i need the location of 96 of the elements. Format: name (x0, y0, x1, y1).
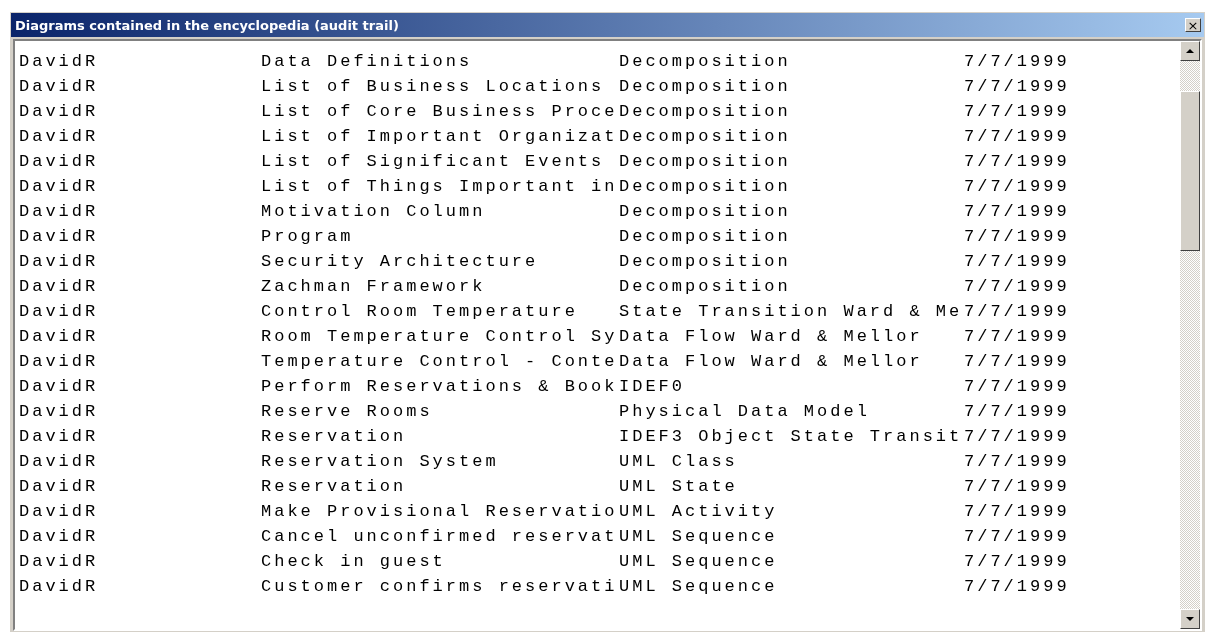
scroll-down-button[interactable] (1180, 609, 1200, 629)
date-cell: 7/7/1999 (964, 552, 1070, 571)
diagram-type-cell: UML Sequence (619, 527, 778, 546)
user-cell: DavidR (19, 552, 99, 571)
date-cell: 7/7/1999 (964, 452, 1070, 471)
diagram-type-cell: Decomposition (619, 227, 791, 246)
diagram-name-cell: Data Definitions (261, 52, 473, 71)
diagram-type-cell: IDEF3 Object State Transit (619, 427, 963, 446)
date-cell: 7/7/1999 (964, 152, 1070, 171)
date-cell: 7/7/1999 (964, 177, 1070, 196)
date-cell: 7/7/1999 (964, 77, 1070, 96)
diagram-name-cell: Make Provisional Reservatio (261, 502, 618, 521)
diagram-name-cell: List of Significant Events (261, 152, 605, 171)
diagram-name-cell: Customer confirms reservati (261, 577, 618, 596)
diagram-name-cell: Perform Reservations & Book (261, 377, 618, 396)
date-cell: 7/7/1999 (964, 102, 1070, 121)
diagram-type-cell: Decomposition (619, 102, 791, 121)
diagram-name-cell: List of Important Organizat (261, 127, 618, 146)
diagram-type-cell: UML Class (619, 452, 738, 471)
diagram-name-cell: Temperature Control - Conte (261, 352, 618, 371)
date-cell: 7/7/1999 (964, 277, 1070, 296)
user-cell: DavidR (19, 152, 99, 171)
date-cell: 7/7/1999 (964, 352, 1070, 371)
diagram-name-cell: Reservation System (261, 452, 499, 471)
user-cell: DavidR (19, 202, 99, 221)
diagram-type-cell: UML State (619, 477, 738, 496)
diagram-name-cell: Cancel unconfirmed reservat (261, 527, 618, 546)
date-cell: 7/7/1999 (964, 377, 1070, 396)
date-cell: 7/7/1999 (964, 127, 1070, 146)
user-cell: DavidR (19, 577, 99, 596)
diagram-name-cell: List of Business Locations (261, 77, 605, 96)
diagram-type-cell: Physical Data Model (619, 402, 870, 421)
user-cell: DavidR (19, 452, 99, 471)
user-cell: DavidR (19, 527, 99, 546)
date-cell: 7/7/1999 (964, 427, 1070, 446)
user-cell: DavidR (19, 327, 99, 346)
scroll-up-button[interactable] (1180, 41, 1200, 61)
user-cell: DavidR (19, 177, 99, 196)
diagram-type-cell: UML Activity (619, 502, 778, 521)
user-cell: DavidR (19, 427, 99, 446)
diagram-name-cell: List of Core Business Proce (261, 102, 618, 121)
user-cell: DavidR (19, 227, 99, 246)
up-arrow-icon (1186, 49, 1194, 53)
window-title: Diagrams contained in the encyclopedia (audit trail) (15, 17, 399, 33)
diagram-name-cell: List of Things Important in (261, 177, 618, 196)
diagram-type-cell: Decomposition (619, 252, 791, 271)
date-cell: 7/7/1999 (964, 502, 1070, 521)
diagram-name-cell: Reservation (261, 427, 407, 446)
diagram-type-cell: Decomposition (619, 202, 791, 221)
down-arrow-icon (1186, 617, 1194, 621)
scroll-thumb[interactable] (1180, 91, 1200, 251)
user-cell: DavidR (19, 52, 99, 71)
user-cell: DavidR (19, 277, 99, 296)
user-cell: DavidR (19, 477, 99, 496)
diagram-type-cell: Decomposition (619, 277, 791, 296)
diagram-name-cell: Reservation (261, 477, 407, 496)
date-cell: 7/7/1999 (964, 402, 1070, 421)
user-cell: DavidR (19, 102, 99, 121)
close-button[interactable]: × (1185, 18, 1201, 32)
diagram-name-cell: Control Room Temperature (261, 302, 578, 321)
diagram-type-cell: State Transition Ward & Me (619, 302, 963, 321)
diagram-name-cell: Zachman Framework (261, 277, 486, 296)
user-cell: DavidR (19, 352, 99, 371)
date-cell: 7/7/1999 (964, 577, 1070, 596)
user-cell: DavidR (19, 252, 99, 271)
user-cell: DavidR (19, 402, 99, 421)
date-cell: 7/7/1999 (964, 327, 1070, 346)
user-cell: DavidR (19, 377, 99, 396)
diagram-type-cell: Data Flow Ward & Mellor (619, 352, 923, 371)
diagram-name-cell: Room Temperature Control Sy (261, 327, 618, 346)
date-cell: 7/7/1999 (964, 527, 1070, 546)
date-cell: 7/7/1999 (964, 302, 1070, 321)
diagram-type-cell: Decomposition (619, 52, 791, 71)
diagram-name-cell: Security Architecture (261, 252, 539, 271)
user-cell: DavidR (19, 127, 99, 146)
diagram-name-cell: Program (261, 227, 354, 246)
date-cell: 7/7/1999 (964, 202, 1070, 221)
diagram-type-cell: IDEF0 (619, 377, 685, 396)
diagram-type-cell: UML Sequence (619, 552, 778, 571)
diagram-name-cell: Motivation Column (261, 202, 486, 221)
date-cell: 7/7/1999 (964, 227, 1070, 246)
diagram-type-cell: Data Flow Ward & Mellor (619, 327, 923, 346)
scrollbar[interactable] (1180, 41, 1200, 629)
diagram-type-cell: Decomposition (619, 127, 791, 146)
user-cell: DavidR (19, 502, 99, 521)
diagram-name-cell: Check in guest (261, 552, 446, 571)
user-cell: DavidR (19, 302, 99, 321)
diagram-type-cell: Decomposition (619, 177, 791, 196)
diagram-type-cell: UML Sequence (619, 577, 778, 596)
date-cell: 7/7/1999 (964, 477, 1070, 496)
diagram-name-cell: Reserve Rooms (261, 402, 433, 421)
date-cell: 7/7/1999 (964, 52, 1070, 71)
user-cell: DavidR (19, 77, 99, 96)
date-cell: 7/7/1999 (964, 252, 1070, 271)
diagram-type-cell: Decomposition (619, 152, 791, 171)
diagram-type-cell: Decomposition (619, 77, 791, 96)
